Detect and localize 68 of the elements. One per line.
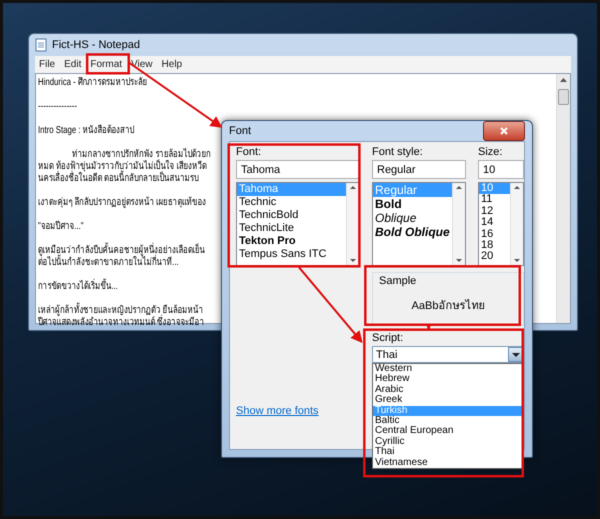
field-label: Font style: bbox=[372, 146, 424, 158]
text-line: Intro Stage : หนังสือต้องสาป bbox=[38, 125, 134, 137]
font-style-field[interactable]: Regular bbox=[372, 160, 466, 179]
list-item[interactable]: Technic bbox=[237, 196, 346, 209]
text-line: ดูเหมือนว่ากำลังบีบคั้นคอชายผู้หนึ่งอย่างเลือดเย็น bbox=[38, 245, 205, 257]
field-label: Script: bbox=[372, 332, 404, 344]
list-item[interactable]: Tekton Pro bbox=[237, 235, 346, 248]
font-name-field[interactable]: Tahoma bbox=[236, 160, 360, 179]
annotation-arrow bbox=[426, 324, 432, 331]
list-item[interactable]: TechnicBold bbox=[237, 209, 346, 222]
group-label: Sample bbox=[379, 275, 418, 287]
dialog-title: Font bbox=[229, 125, 252, 137]
window-title: Fict-HS - Notepad bbox=[52, 39, 140, 51]
field-label: Font: bbox=[236, 146, 262, 158]
text-line: การขัดขวางได้เริ่มขึ้น... bbox=[38, 281, 118, 293]
text-line: ปีศาจแสดงพลังอำนาจทางเวทมนต์ ซึ่งอาจจะมีอา bbox=[38, 317, 204, 329]
field-label: Size: bbox=[478, 146, 504, 158]
list-item[interactable]: Oblique bbox=[373, 211, 452, 225]
list-item[interactable]: Arabic bbox=[373, 384, 523, 396]
list-item[interactable]: Greek bbox=[373, 395, 523, 406]
text-line: นครเลื่องชื่อในอดีต ตอนนี้กลับกลายเป็นสนามรบ bbox=[38, 173, 198, 185]
menu-item[interactable]: Help bbox=[158, 58, 188, 71]
list-item[interactable]: TechnicLite bbox=[237, 222, 346, 235]
sample-text: AaBbอักษรไทย bbox=[412, 298, 484, 314]
list-item[interactable]: Thai bbox=[373, 447, 523, 458]
list-item[interactable]: Vietnamese bbox=[373, 458, 523, 468]
dropdown-list[interactable]: Western Hebrew Arabic Greek Turkish Baltic Central European Cyrillic Thai Vietnamese bbox=[372, 363, 524, 470]
list-item[interactable]: Bold bbox=[373, 197, 452, 211]
scrollbar[interactable] bbox=[556, 74, 570, 323]
list-item[interactable]: 14 bbox=[479, 217, 510, 229]
menu-item[interactable]: File bbox=[35, 58, 60, 71]
scroll-thumb[interactable] bbox=[558, 89, 569, 105]
close-icon bbox=[499, 126, 509, 136]
list-item[interactable]: 20 bbox=[479, 251, 510, 263]
text-line: "จอมปีศาจ..." bbox=[38, 221, 84, 233]
text-line: เงาตะคุ่มๆ ลึกลับปรากฏอยู่ตรงหน้า เผยธาตุแท้ของ bbox=[38, 197, 206, 209]
list-item[interactable]: Hebrew bbox=[373, 374, 523, 385]
menu-item[interactable]: Format bbox=[86, 58, 128, 71]
list-item[interactable]: 12 bbox=[479, 206, 510, 218]
text-line: หมด ท้องฟ้าขุ่นมัวราวกับว่ามันไม่เป็นใจ เสียงหวีด bbox=[38, 161, 207, 172]
menu-item[interactable]: Edit bbox=[60, 58, 86, 71]
font-list[interactable]: Tahoma Technic TechnicBold TechnicLite Tekton Pro Tempus Sans ITC bbox=[236, 182, 360, 266]
text-line: ต่อไปนั้นกำลังชะตาขาดภายในไม่กี่นาที... bbox=[38, 257, 179, 269]
script-dropdown[interactable]: Thai bbox=[372, 346, 524, 363]
list-item[interactable]: Western bbox=[373, 364, 523, 374]
font-size-field[interactable]: 10 bbox=[478, 160, 524, 179]
list-item[interactable]: 11 bbox=[479, 194, 510, 206]
caret-icon bbox=[512, 352, 520, 358]
text-line: เหล่าผู้กล้าทั้งชายและหญิงปรากฏตัว ยืนล้อมหน้า bbox=[38, 305, 204, 317]
list-item[interactable]: Cyrillic bbox=[373, 436, 523, 448]
list-item[interactable]: Tempus Sans ITC bbox=[237, 248, 346, 261]
style-list[interactable]: Regular Bold Oblique Bold Oblique bbox=[372, 182, 466, 266]
list-item[interactable]: Bold Oblique bbox=[373, 225, 452, 239]
list-item[interactable]: 18 bbox=[479, 240, 510, 252]
highlight-frame bbox=[86, 53, 130, 75]
notepad-icon bbox=[35, 38, 47, 52]
list-item[interactable]: 16 bbox=[479, 228, 510, 240]
text-line: Hindurica - ศึกภารดรมหาประลัย bbox=[38, 77, 148, 89]
text-line: --------------- bbox=[38, 101, 77, 113]
size-list[interactable]: 10 11 12 14 16 18 20 bbox=[478, 182, 524, 266]
list-item[interactable]: Baltic bbox=[373, 416, 523, 426]
list-item[interactable]: Central European bbox=[373, 426, 523, 437]
scrollbar[interactable] bbox=[346, 183, 359, 265]
scrollbar[interactable] bbox=[510, 183, 523, 265]
text-line: ท่ามกลางซากปรักหักพัง รายล้อมไปด้วยก bbox=[72, 149, 211, 160]
scrollbar[interactable] bbox=[452, 183, 465, 265]
close-button[interactable] bbox=[483, 121, 525, 141]
show-more-fonts-link[interactable]: Show more fonts bbox=[236, 405, 319, 417]
